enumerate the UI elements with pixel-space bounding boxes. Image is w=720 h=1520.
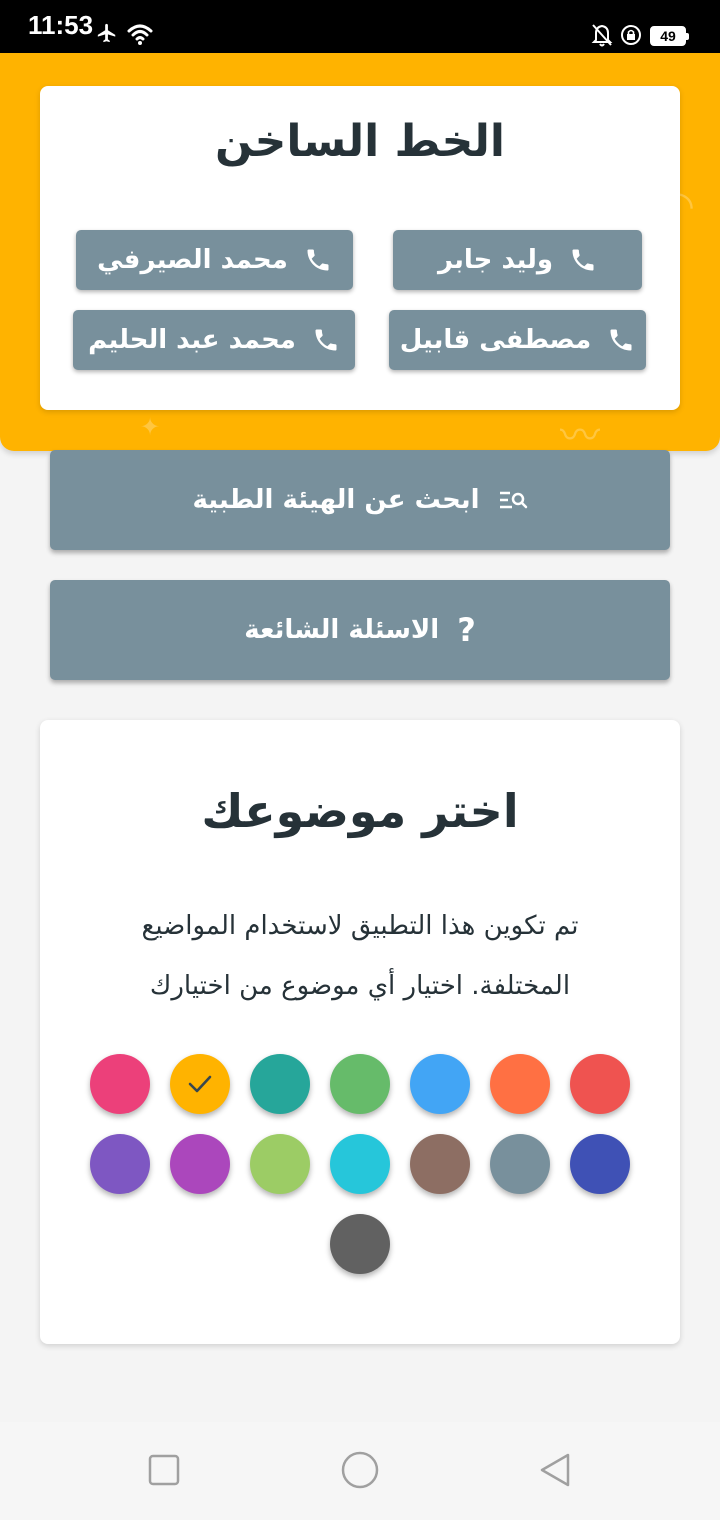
phone-icon bbox=[307, 249, 329, 271]
phone-icon bbox=[572, 249, 594, 271]
color-swatch[interactable] bbox=[410, 1134, 470, 1194]
color-swatch[interactable] bbox=[410, 1054, 470, 1114]
search-medical-staff-label: ابحث عن الهيئة الطبية bbox=[192, 485, 480, 515]
airplane-icon bbox=[97, 23, 116, 43]
color-swatch[interactable] bbox=[90, 1134, 150, 1194]
hotline-title: الخط الساخن bbox=[215, 116, 505, 167]
decoration: 〰 bbox=[560, 413, 600, 451]
color-swatch[interactable] bbox=[90, 1054, 150, 1114]
color-swatch[interactable] bbox=[250, 1134, 310, 1194]
color-swatch[interactable] bbox=[170, 1054, 230, 1114]
color-swatch[interactable] bbox=[330, 1134, 390, 1194]
hotline-card: الخط الساخن وليد جابر محمد الصيرفي مصطفى… bbox=[40, 86, 680, 410]
contact-name: وليد جابر bbox=[437, 245, 554, 275]
recent-apps-icon[interactable] bbox=[144, 1450, 184, 1490]
decoration: ✦ bbox=[140, 413, 161, 441]
status-bar: 11:53 49 bbox=[0, 0, 720, 53]
question-icon: ? bbox=[457, 611, 476, 649]
faq-label: الاسئلة الشائعة bbox=[244, 615, 440, 645]
battery-icon: 49 bbox=[650, 26, 689, 46]
bell-off-icon bbox=[591, 24, 613, 47]
color-swatch[interactable] bbox=[570, 1134, 630, 1194]
theme-card: اختر موضوعك تم تكوين هذا التطبيق لاستخدا… bbox=[40, 720, 680, 1344]
lock-rotation-icon bbox=[621, 25, 641, 45]
search-medical-staff-button[interactable]: ابحث عن الهيئة الطبية bbox=[50, 450, 670, 550]
check-icon bbox=[188, 1075, 212, 1093]
theme-description: تم تكوين هذا التطبيق لاستخدام المواضيع ا… bbox=[141, 911, 579, 1001]
search-list-icon bbox=[499, 491, 527, 509]
navigation-bar bbox=[0, 1422, 720, 1520]
color-swatch[interactable] bbox=[250, 1054, 310, 1114]
call-button-walid[interactable]: وليد جابر bbox=[393, 230, 642, 290]
status-time: 11:53 bbox=[28, 10, 94, 40]
color-swatch[interactable] bbox=[330, 1214, 390, 1274]
phone-icon bbox=[315, 329, 337, 351]
home-icon[interactable] bbox=[338, 1448, 382, 1492]
contact-name: مصطفى قابيل bbox=[399, 325, 592, 355]
contact-name: محمد عبد الحليم bbox=[88, 325, 296, 355]
call-button-mohamed-elsirafy[interactable]: محمد الصيرفي bbox=[76, 230, 353, 290]
theme-title: اختر موضوعك bbox=[201, 784, 519, 838]
contact-name: محمد الصيرفي bbox=[97, 245, 288, 275]
back-icon[interactable] bbox=[536, 1450, 576, 1490]
wifi-icon bbox=[127, 24, 153, 45]
faq-button[interactable]: ? الاسئلة الشائعة bbox=[50, 580, 670, 680]
color-swatch[interactable] bbox=[170, 1134, 230, 1194]
call-button-mohamed-abdelhalim[interactable]: محمد عبد الحليم bbox=[73, 310, 355, 370]
color-swatch[interactable] bbox=[490, 1054, 550, 1114]
color-swatch[interactable] bbox=[570, 1054, 630, 1114]
color-swatch[interactable] bbox=[490, 1134, 550, 1194]
call-button-mostafa[interactable]: مصطفى قابيل bbox=[389, 310, 646, 370]
phone-icon bbox=[610, 329, 632, 351]
color-swatch[interactable] bbox=[330, 1054, 390, 1114]
